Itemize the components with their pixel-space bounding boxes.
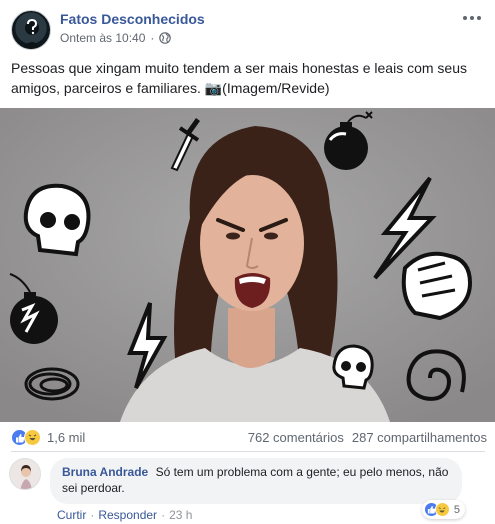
shares-count-link[interactable]: 287 compartilhamentos	[352, 430, 487, 445]
haha-icon	[24, 429, 41, 446]
angry-woman-illustration	[0, 108, 495, 422]
comment-actions: Curtir · Responder · 23 h	[57, 508, 192, 522]
action-separator: ·	[90, 508, 95, 522]
comment-reactions[interactable]: 5	[421, 500, 465, 519]
post-text: Pessoas que xingam muito tendem a ser ma…	[11, 60, 468, 96]
post-timestamp[interactable]: Ontem às 10:40	[60, 31, 145, 45]
comment-bubble: Bruna Andrade Só tem um problema com a g…	[50, 458, 462, 504]
reaction-count: 1,6 mil	[47, 430, 86, 445]
comment-reaction-count: 5	[453, 503, 460, 516]
post-header: Fatos Desconhecidos Ontem às 10:40 ·	[11, 10, 485, 50]
post-stats: 1,6 mil 762 comentários 287 compartilham…	[11, 428, 487, 448]
comment-time[interactable]: 23 h	[169, 508, 192, 522]
comment-reply-link[interactable]: Responder	[98, 508, 157, 522]
comment-like-link[interactable]: Curtir	[57, 508, 86, 522]
haha-icon	[434, 502, 450, 517]
post-image[interactable]	[0, 108, 495, 422]
page-avatar[interactable]	[11, 10, 51, 50]
engagement-counts: 762 comentários 287 compartilhamentos	[248, 430, 487, 445]
divider	[11, 451, 485, 452]
globe-icon	[159, 32, 172, 44]
commenter-avatar[interactable]	[9, 458, 41, 490]
reaction-summary[interactable]: 1,6 mil	[11, 429, 85, 446]
page-name-link[interactable]: Fatos Desconhecidos	[60, 11, 205, 27]
post-meta: Ontem às 10:40 ·	[60, 31, 172, 45]
action-separator: ·	[161, 508, 166, 522]
more-options-icon[interactable]	[463, 14, 481, 22]
meta-separator: ·	[150, 31, 155, 45]
fist-doodle	[401, 251, 473, 321]
commenter-name-link[interactable]: Bruna Andrade	[62, 465, 148, 479]
comments-count-link[interactable]: 762 comentários	[248, 430, 344, 445]
question-mark-icon	[21, 18, 43, 49]
